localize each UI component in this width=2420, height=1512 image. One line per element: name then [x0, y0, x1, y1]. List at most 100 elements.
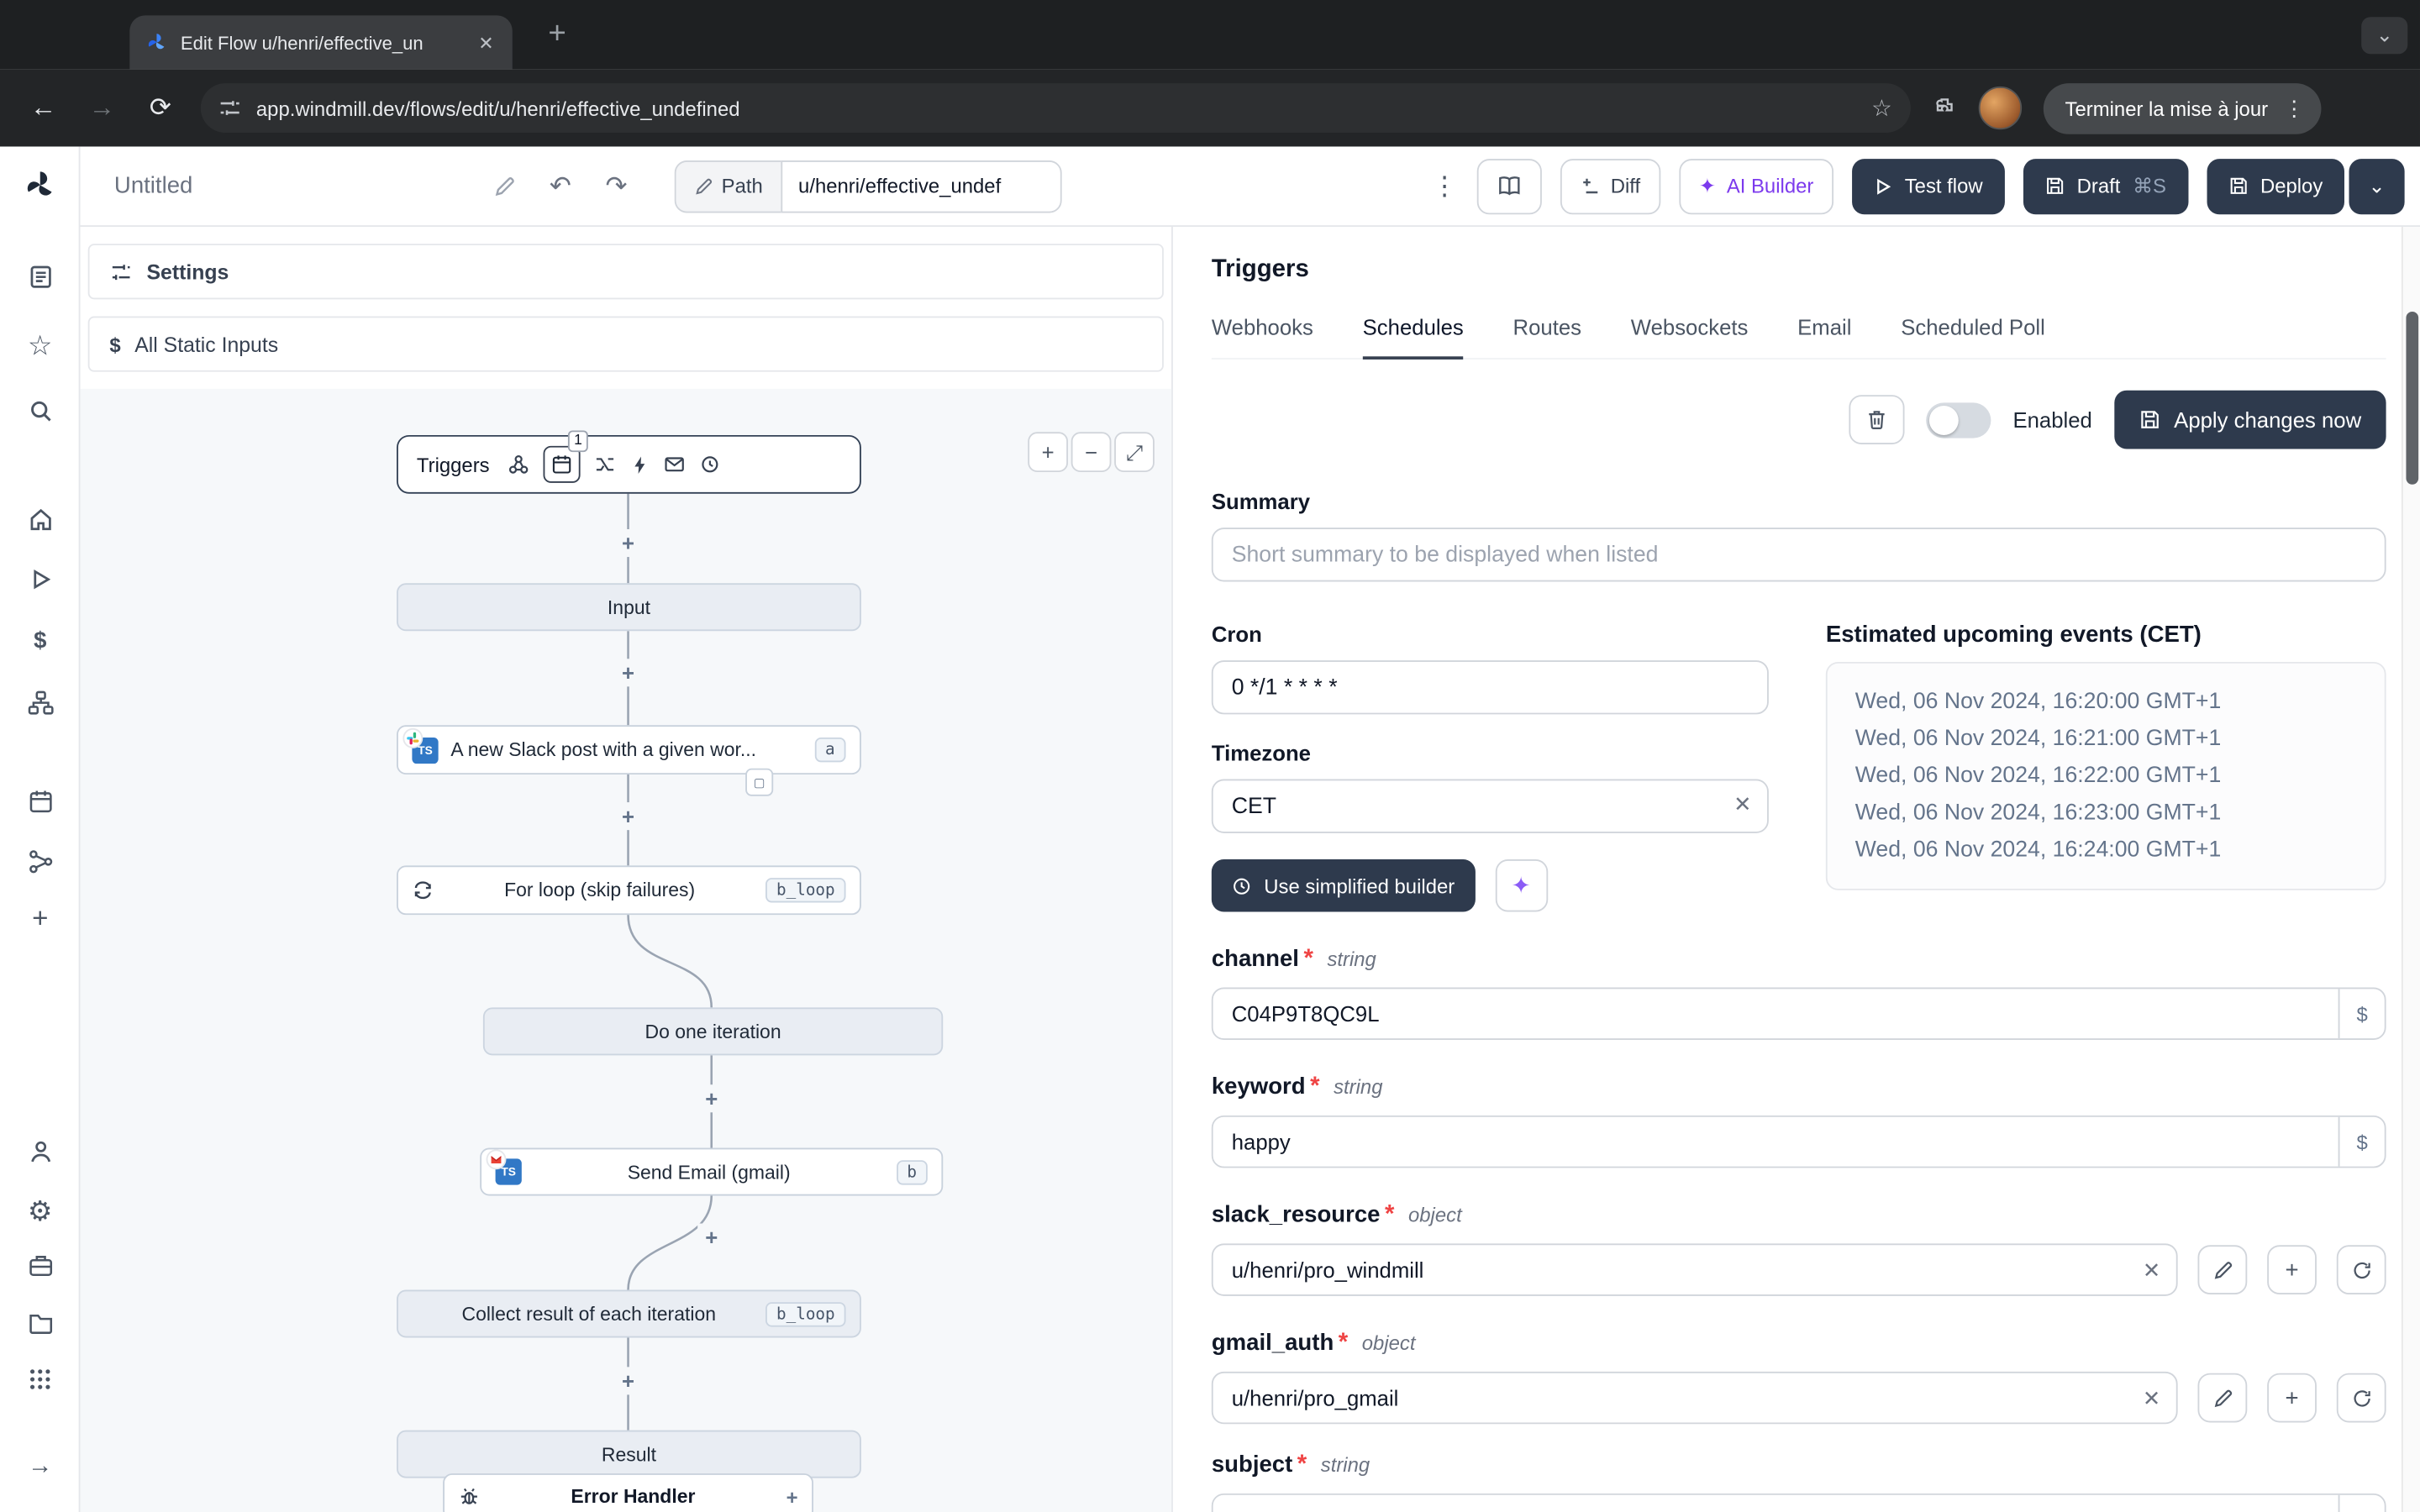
runs-play-icon[interactable] — [0, 568, 81, 591]
summary-input[interactable] — [1211, 528, 2386, 582]
scrollbar-thumb[interactable] — [2406, 312, 2419, 485]
scheduled-poll-icon[interactable] — [699, 454, 721, 475]
flow-canvas[interactable]: + − ⤢ Triggers 1 + Input + TS A new Slac… — [80, 388, 1172, 1512]
home-icon[interactable] — [0, 506, 81, 532]
add-resource-button[interactable]: + — [2267, 1373, 2317, 1423]
add-step-button[interactable]: + — [697, 1084, 726, 1113]
bookmark-star-icon[interactable]: ☆ — [1871, 94, 1892, 122]
insert-variable-button[interactable] — [2338, 1494, 2385, 1512]
ai-builder-button[interactable]: ✦ AI Builder — [1679, 158, 1834, 214]
result-node[interactable]: Result — [397, 1430, 861, 1478]
windmill-logo-icon[interactable] — [0, 168, 81, 202]
keyword-input[interactable] — [1213, 1116, 2338, 1167]
flow-title-wrap[interactable]: Untitled — [114, 173, 516, 199]
tab-webhooks[interactable]: Webhooks — [1212, 315, 1313, 358]
flows-branches-icon[interactable] — [0, 848, 81, 874]
add-step-button[interactable]: + — [614, 802, 643, 831]
forward-icon[interactable]: → — [83, 92, 120, 123]
browser-menu-icon[interactable]: ⋮ — [2281, 95, 2308, 121]
undo-icon[interactable]: ↶ — [550, 171, 571, 202]
forloop-node[interactable]: For loop (skip failures) b_loop — [397, 865, 861, 916]
refresh-resource-button[interactable] — [2336, 1373, 2386, 1423]
add-step-button[interactable]: + — [614, 528, 643, 558]
redo-icon[interactable]: ↷ — [605, 171, 627, 202]
slack-resource-input[interactable] — [1211, 1243, 2178, 1296]
clear-resource-icon[interactable]: ✕ — [2143, 1257, 2161, 1284]
static-inputs-row[interactable]: $ All Static Inputs — [87, 316, 1164, 372]
apply-changes-button[interactable]: Apply changes now — [2113, 390, 2386, 449]
add-resource-button[interactable]: + — [2267, 1245, 2317, 1295]
scrollbar[interactable] — [2401, 226, 2420, 1512]
subject-input[interactable] — [1213, 1494, 2338, 1512]
reload-icon[interactable]: ⟳ — [142, 92, 179, 123]
extensions-icon[interactable] — [1933, 96, 1957, 120]
flow-title[interactable]: Untitled — [114, 173, 192, 199]
deploy-button[interactable]: Deploy — [2206, 158, 2344, 214]
tab-search-button[interactable]: ⌄ — [2361, 17, 2408, 55]
routes-icon[interactable] — [595, 454, 617, 475]
folders-icon[interactable] — [0, 1310, 81, 1336]
settings-gear-icon[interactable]: ⚙ — [0, 1195, 81, 1228]
search-icon[interactable] — [0, 398, 81, 424]
favorites-star-icon[interactable]: ☆ — [0, 330, 81, 363]
edit-resource-button[interactable] — [2197, 1245, 2248, 1295]
collect-result-node[interactable]: Collect result of each iteration b_loop — [397, 1289, 861, 1338]
cron-input[interactable] — [1211, 660, 1769, 715]
fit-view-button[interactable]: ⤢ — [1114, 432, 1155, 473]
insert-variable-button[interactable]: $ — [2338, 989, 2385, 1039]
edit-title-pencil-icon[interactable] — [494, 175, 516, 197]
input-node[interactable]: Input — [397, 583, 861, 632]
runs-list-icon[interactable] — [0, 264, 81, 290]
suspend-step-icon[interactable]: ▢ — [745, 768, 774, 796]
schedules-calendar-icon[interactable] — [0, 789, 81, 815]
tab-websockets[interactable]: Websockets — [1631, 315, 1749, 358]
browser-tab[interactable]: Edit Flow u/henri/effective_un ✕ — [129, 15, 513, 70]
tab-schedules[interactable]: Schedules — [1362, 315, 1464, 360]
webhook-icon[interactable] — [508, 454, 530, 475]
diff-button[interactable]: Diff — [1560, 158, 1661, 214]
zoom-in-button[interactable]: + — [1028, 432, 1069, 473]
tab-email[interactable]: Email — [1797, 315, 1851, 358]
test-flow-button[interactable]: Test flow — [1852, 158, 2005, 214]
variables-dollar-icon[interactable]: $ — [0, 628, 81, 654]
url-text[interactable]: app.windmill.dev/flows/edit/u/henri/effe… — [256, 97, 1856, 120]
new-tab-button[interactable]: + — [537, 14, 577, 55]
refresh-resource-button[interactable] — [2336, 1245, 2386, 1295]
path-input[interactable] — [781, 160, 1063, 213]
send-email-node[interactable]: TS Send Email (gmail) b — [480, 1147, 944, 1196]
address-bar[interactable]: app.windmill.dev/flows/edit/u/henri/effe… — [200, 83, 1911, 133]
tab-routes[interactable]: Routes — [1513, 315, 1581, 358]
zoom-out-button[interactable]: − — [1071, 432, 1112, 473]
slack-step-node[interactable]: TS A new Slack post with a given wor... … — [397, 725, 861, 775]
tab-close-icon[interactable]: ✕ — [476, 32, 497, 54]
browser-update-button[interactable]: Terminer la mise à jour ⋮ — [2043, 82, 2321, 134]
add-error-handler-icon[interactable]: + — [786, 1485, 798, 1509]
error-handler-node[interactable]: Error Handler + — [443, 1473, 813, 1512]
user-icon[interactable] — [0, 1139, 81, 1165]
add-plus-icon[interactable]: + — [0, 902, 81, 935]
back-icon[interactable]: ← — [24, 92, 61, 123]
clear-timezone-icon[interactable]: ✕ — [1733, 791, 1752, 817]
gmail-auth-input[interactable] — [1211, 1371, 2178, 1425]
edit-resource-button[interactable] — [2197, 1373, 2248, 1423]
do-one-iteration-node[interactable]: Do one iteration — [482, 1007, 944, 1056]
docs-book-button[interactable] — [1476, 158, 1542, 214]
clear-resource-icon[interactable]: ✕ — [2143, 1385, 2161, 1411]
triggers-node[interactable]: Triggers 1 — [397, 430, 861, 494]
resources-hierarchy-icon[interactable] — [0, 690, 81, 716]
more-options-kebab-icon[interactable]: ⋮ — [1432, 171, 1458, 202]
workers-briefcase-icon[interactable] — [0, 1252, 81, 1278]
schedule-trigger-selected[interactable]: 1 — [543, 430, 589, 483]
enabled-toggle[interactable] — [1926, 402, 1991, 438]
channel-input[interactable] — [1213, 989, 2338, 1039]
expand-rail-arrow-icon[interactable]: → — [0, 1453, 81, 1481]
email-icon[interactable] — [664, 454, 686, 475]
path-button[interactable]: Path — [673, 160, 781, 213]
simplified-builder-button[interactable]: Use simplified builder — [1211, 859, 1476, 912]
deploy-dropdown-button[interactable]: ⌄ — [2349, 158, 2405, 214]
ai-cron-sparkles-button[interactable]: ✦ — [1494, 859, 1548, 912]
draft-button[interactable]: Draft ⌘S — [2023, 158, 2188, 214]
insert-variable-button[interactable]: $ — [2338, 1116, 2385, 1167]
settings-row[interactable]: Settings — [87, 244, 1164, 300]
tab-scheduled-poll[interactable]: Scheduled Poll — [1901, 315, 2045, 358]
